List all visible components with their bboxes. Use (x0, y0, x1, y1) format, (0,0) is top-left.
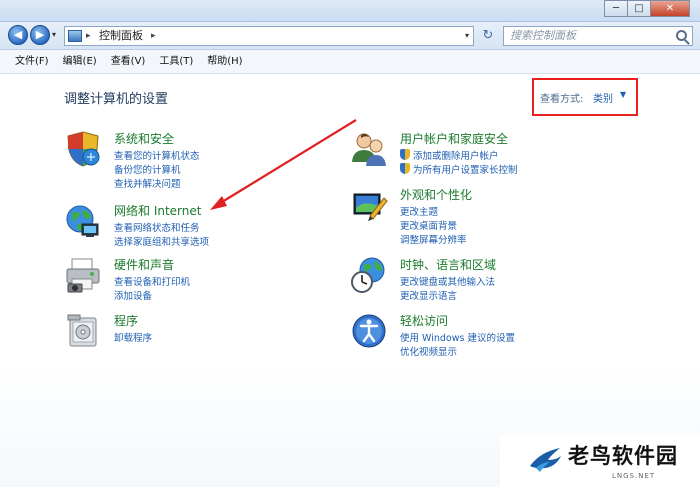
users-icon[interactable] (350, 130, 388, 168)
category-link[interactable]: 更改显示语言 (400, 288, 457, 302)
address-dropdown-icon[interactable]: ▾ (465, 27, 469, 45)
refresh-icon[interactable]: ↻ (478, 27, 498, 45)
category-link[interactable]: 查看您的计算机状态 (114, 148, 200, 162)
category-link[interactable]: 卸载程序 (114, 330, 152, 344)
category-link[interactable]: 优化视频显示 (400, 344, 457, 358)
bird-logo-icon (530, 448, 561, 472)
category-link[interactable]: 更改桌面背景 (400, 218, 457, 232)
category-link[interactable]: 添加设备 (114, 288, 152, 302)
printer-icon[interactable] (64, 256, 102, 294)
category-link[interactable]: 使用 Windows 建议的设置 (400, 330, 515, 344)
maximize-button[interactable]: □ (627, 0, 651, 17)
category-link-text[interactable]: 添加或删除用户帐户 (413, 151, 499, 162)
forward-button[interactable]: ▶ (30, 25, 50, 45)
category-title[interactable]: 硬件和声音 (114, 256, 174, 273)
control-panel-icon (68, 30, 82, 42)
view-by-chevron-icon[interactable]: ▼ (620, 90, 626, 99)
menu-view[interactable]: 查看(V) (104, 50, 153, 73)
watermark-text: 老鸟软件园 (568, 444, 678, 468)
close-button[interactable]: ✕ (650, 0, 690, 17)
category-title[interactable]: 系统和安全 (114, 130, 174, 147)
category-title[interactable]: 程序 (114, 312, 138, 329)
control-panel-content: 调整计算机的设置 查看方式: 类别 ▼ 系统和安全 查看您的计算机状态 备份您的… (0, 74, 700, 487)
appearance-icon[interactable] (350, 186, 388, 224)
breadcrumb-control-panel[interactable]: 控制面板 (99, 27, 143, 45)
category-title[interactable]: 轻松访问 (400, 312, 448, 329)
search-placeholder: 搜索控制面板 (510, 29, 576, 42)
category-title[interactable]: 用户帐户和家庭安全 (400, 130, 508, 147)
menu-bar: 文件(F) 编辑(E) 查看(V) 工具(T) 帮助(H) (0, 50, 700, 74)
uac-shield-icon (400, 163, 410, 174)
category-link[interactable]: 添加或删除用户帐户 (400, 148, 499, 162)
search-input[interactable]: 搜索控制面板 (503, 26, 693, 46)
view-by-dropdown[interactable]: 类别 (593, 90, 613, 105)
category-link[interactable]: 选择家庭组和共享选项 (114, 234, 209, 248)
category-link[interactable]: 查看设备和打印机 (114, 274, 190, 288)
breadcrumb-separator-icon[interactable]: ▸ (86, 27, 91, 45)
breadcrumb-separator-icon[interactable]: ▸ (151, 27, 156, 45)
category-link[interactable]: 更改键盘或其他输入法 (400, 274, 495, 288)
address-bar[interactable]: ▸ 控制面板 ▸ ▾ (64, 26, 474, 46)
title-bar: ─ □ ✕ (0, 0, 700, 22)
minimize-button[interactable]: ─ (604, 0, 628, 17)
category-title[interactable]: 时钟、语言和区域 (400, 256, 496, 273)
menu-file[interactable]: 文件(F) (8, 50, 56, 73)
search-icon[interactable] (676, 30, 687, 41)
programs-icon[interactable] (64, 312, 102, 350)
category-link[interactable]: 调整屏幕分辨率 (400, 232, 467, 246)
history-dropdown-icon[interactable]: ▾ (52, 30, 56, 39)
page-title: 调整计算机的设置 (64, 92, 169, 107)
view-by-label: 查看方式: (540, 94, 584, 105)
network-globe-icon[interactable] (64, 202, 102, 240)
uac-shield-icon (400, 149, 410, 160)
navigation-bar: ◀ ▶ ▾ ▸ 控制面板 ▸ ▾ ↻ 搜索控制面板 (0, 22, 700, 50)
ease-of-access-icon[interactable] (350, 312, 388, 350)
shield-icon[interactable] (64, 130, 102, 168)
category-link-text[interactable]: 为所有用户设置家长控制 (413, 165, 518, 176)
category-link[interactable]: 更改主题 (400, 204, 438, 218)
window-controls: ─ □ ✕ (604, 0, 690, 17)
menu-edit[interactable]: 编辑(E) (56, 50, 104, 73)
menu-tools[interactable]: 工具(T) (152, 50, 200, 73)
category-title[interactable]: 外观和个性化 (400, 186, 472, 203)
category-title[interactable]: 网络和 Internet (114, 202, 201, 219)
menu-help[interactable]: 帮助(H) (200, 50, 249, 73)
category-link[interactable]: 备份您的计算机 (114, 162, 181, 176)
watermark-url: LNGS.NET (612, 472, 656, 480)
category-link[interactable]: 查找并解决问题 (114, 176, 181, 190)
clock-globe-icon[interactable] (350, 256, 388, 294)
category-link[interactable]: 查看网络状态和任务 (114, 220, 200, 234)
back-button[interactable]: ◀ (8, 25, 28, 45)
category-link[interactable]: 为所有用户设置家长控制 (400, 162, 518, 176)
